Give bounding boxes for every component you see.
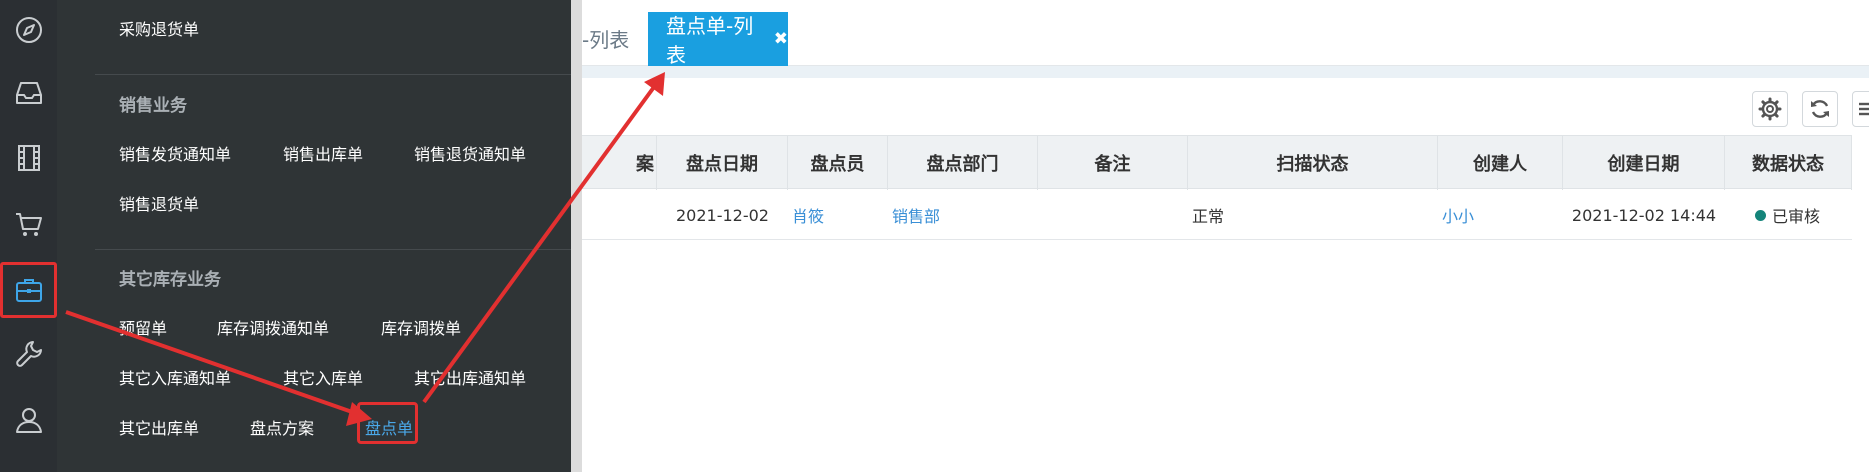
settings-button[interactable] — [1752, 91, 1788, 127]
sidebar-item-inventory[interactable] — [0, 262, 57, 318]
sidebar-item-inbox[interactable] — [0, 68, 57, 118]
cell-count-date: 2021-12-02 — [676, 205, 769, 225]
list-icon — [1859, 102, 1869, 116]
menu-item-count-plan[interactable]: 盘点方案 — [250, 415, 314, 439]
menu-section-sales: 销售业务 — [119, 96, 187, 116]
menu-divider — [95, 249, 577, 250]
annotation-highlight — [357, 402, 418, 444]
menu-item-purchase-return[interactable]: 采购退货单 — [119, 16, 199, 40]
menu-item-other-outbound-notice[interactable]: 其它出库通知单 — [414, 365, 526, 389]
menu-item-sales-return[interactable]: 销售退货单 — [119, 191, 199, 215]
status-badge: 已审核 — [1772, 207, 1821, 226]
menu-item-other-inbound-notice[interactable]: 其它入库通知单 — [119, 365, 231, 389]
cart-icon — [15, 213, 42, 236]
status-dot — [1755, 209, 1766, 221]
refresh-button[interactable] — [1802, 91, 1838, 127]
table-row[interactable]: 2021-12-02 肖筱 销售部 正常 小小 2021-12-02 14:44… — [582, 190, 1852, 240]
column-header-remark[interactable]: 备注 — [1038, 136, 1188, 190]
wrench-icon — [15, 341, 42, 367]
menu-item-transfer-notice[interactable]: 库存调拨通知单 — [217, 315, 329, 339]
tab-bar: -列表 盘点单-列表 ✖ — [582, 0, 1869, 67]
sidebar-item-media[interactable] — [0, 133, 57, 183]
close-icon[interactable]: ✖ — [774, 29, 788, 49]
menu-item-sales-return-notice[interactable]: 销售退货通知单 — [414, 141, 526, 165]
gear-icon — [1758, 97, 1782, 121]
refresh-icon — [1811, 100, 1829, 118]
cell-scan-status: 正常 — [1192, 207, 1225, 226]
column-header-cut[interactable]: 案 — [582, 136, 657, 190]
column-header-scan-status[interactable]: 扫描状态 — [1188, 136, 1438, 190]
menu-item-other-inbound[interactable]: 其它入库单 — [283, 365, 363, 389]
column-header-creator[interactable]: 创建人 — [1438, 136, 1563, 190]
tab-label: 盘点单-列表 — [666, 14, 754, 67]
flyout-menu: 采购退货单 销售业务 销售发货通知单 销售出库单 销售退货通知单 销售退货单 其… — [57, 0, 577, 472]
briefcase-icon — [15, 279, 42, 302]
cell-department[interactable]: 销售部 — [892, 190, 1038, 240]
column-header-created-date[interactable]: 创建日期 — [1563, 136, 1725, 190]
columns-button[interactable] — [1852, 91, 1869, 127]
menu-item-reservation[interactable]: 预留单 — [119, 315, 167, 339]
column-header-clerk[interactable]: 盘点员 — [788, 136, 888, 190]
cell-created-date: 2021-12-02 14:44 — [1571, 205, 1717, 225]
sidebar-item-purchase[interactable] — [0, 199, 57, 249]
menu-scrollbar[interactable] — [571, 0, 582, 472]
column-header-count-date[interactable]: 盘点日期 — [657, 136, 788, 190]
cell-clerk[interactable]: 肖筱 — [792, 190, 888, 240]
cell-data-status: 已审核 — [1755, 190, 1852, 240]
app-window: -列表 盘点单-列表 ✖ 案 盘点日期 盘点员 盘点部门 备注 扫描状态 创建人… — [0, 0, 1869, 472]
sidebar-item-users[interactable] — [0, 395, 57, 445]
menu-item-sales-delivery-notice[interactable]: 销售发货通知单 — [119, 141, 231, 165]
column-header-department[interactable]: 盘点部门 — [888, 136, 1038, 190]
inbox-icon — [15, 82, 42, 104]
sidebar-item-navigation[interactable] — [0, 5, 57, 55]
menu-item-other-outbound[interactable]: 其它出库单 — [119, 415, 199, 439]
user-icon — [15, 408, 42, 433]
menu-item-sales-outbound[interactable]: 销售出库单 — [283, 141, 363, 165]
grid-header: 案 盘点日期 盘点员 盘点部门 备注 扫描状态 创建人 创建日期 数据状态 — [582, 135, 1852, 190]
content-band — [582, 66, 1869, 78]
film-icon — [17, 145, 40, 171]
cell-remark — [1042, 190, 1188, 240]
compass-icon — [15, 17, 42, 43]
tab-inventory-count-list[interactable]: 盘点单-列表 ✖ — [648, 12, 788, 67]
sidebar-item-tools[interactable] — [0, 329, 57, 379]
tab-previous[interactable]: -列表 — [582, 24, 629, 53]
menu-section-other-inventory: 其它库存业务 — [119, 270, 221, 290]
cell-creator[interactable]: 小小 — [1442, 190, 1563, 240]
sidebar — [0, 0, 57, 472]
menu-divider — [95, 74, 577, 75]
menu-item-transfer[interactable]: 库存调拨单 — [381, 315, 461, 339]
column-header-data-status[interactable]: 数据状态 — [1725, 136, 1852, 190]
